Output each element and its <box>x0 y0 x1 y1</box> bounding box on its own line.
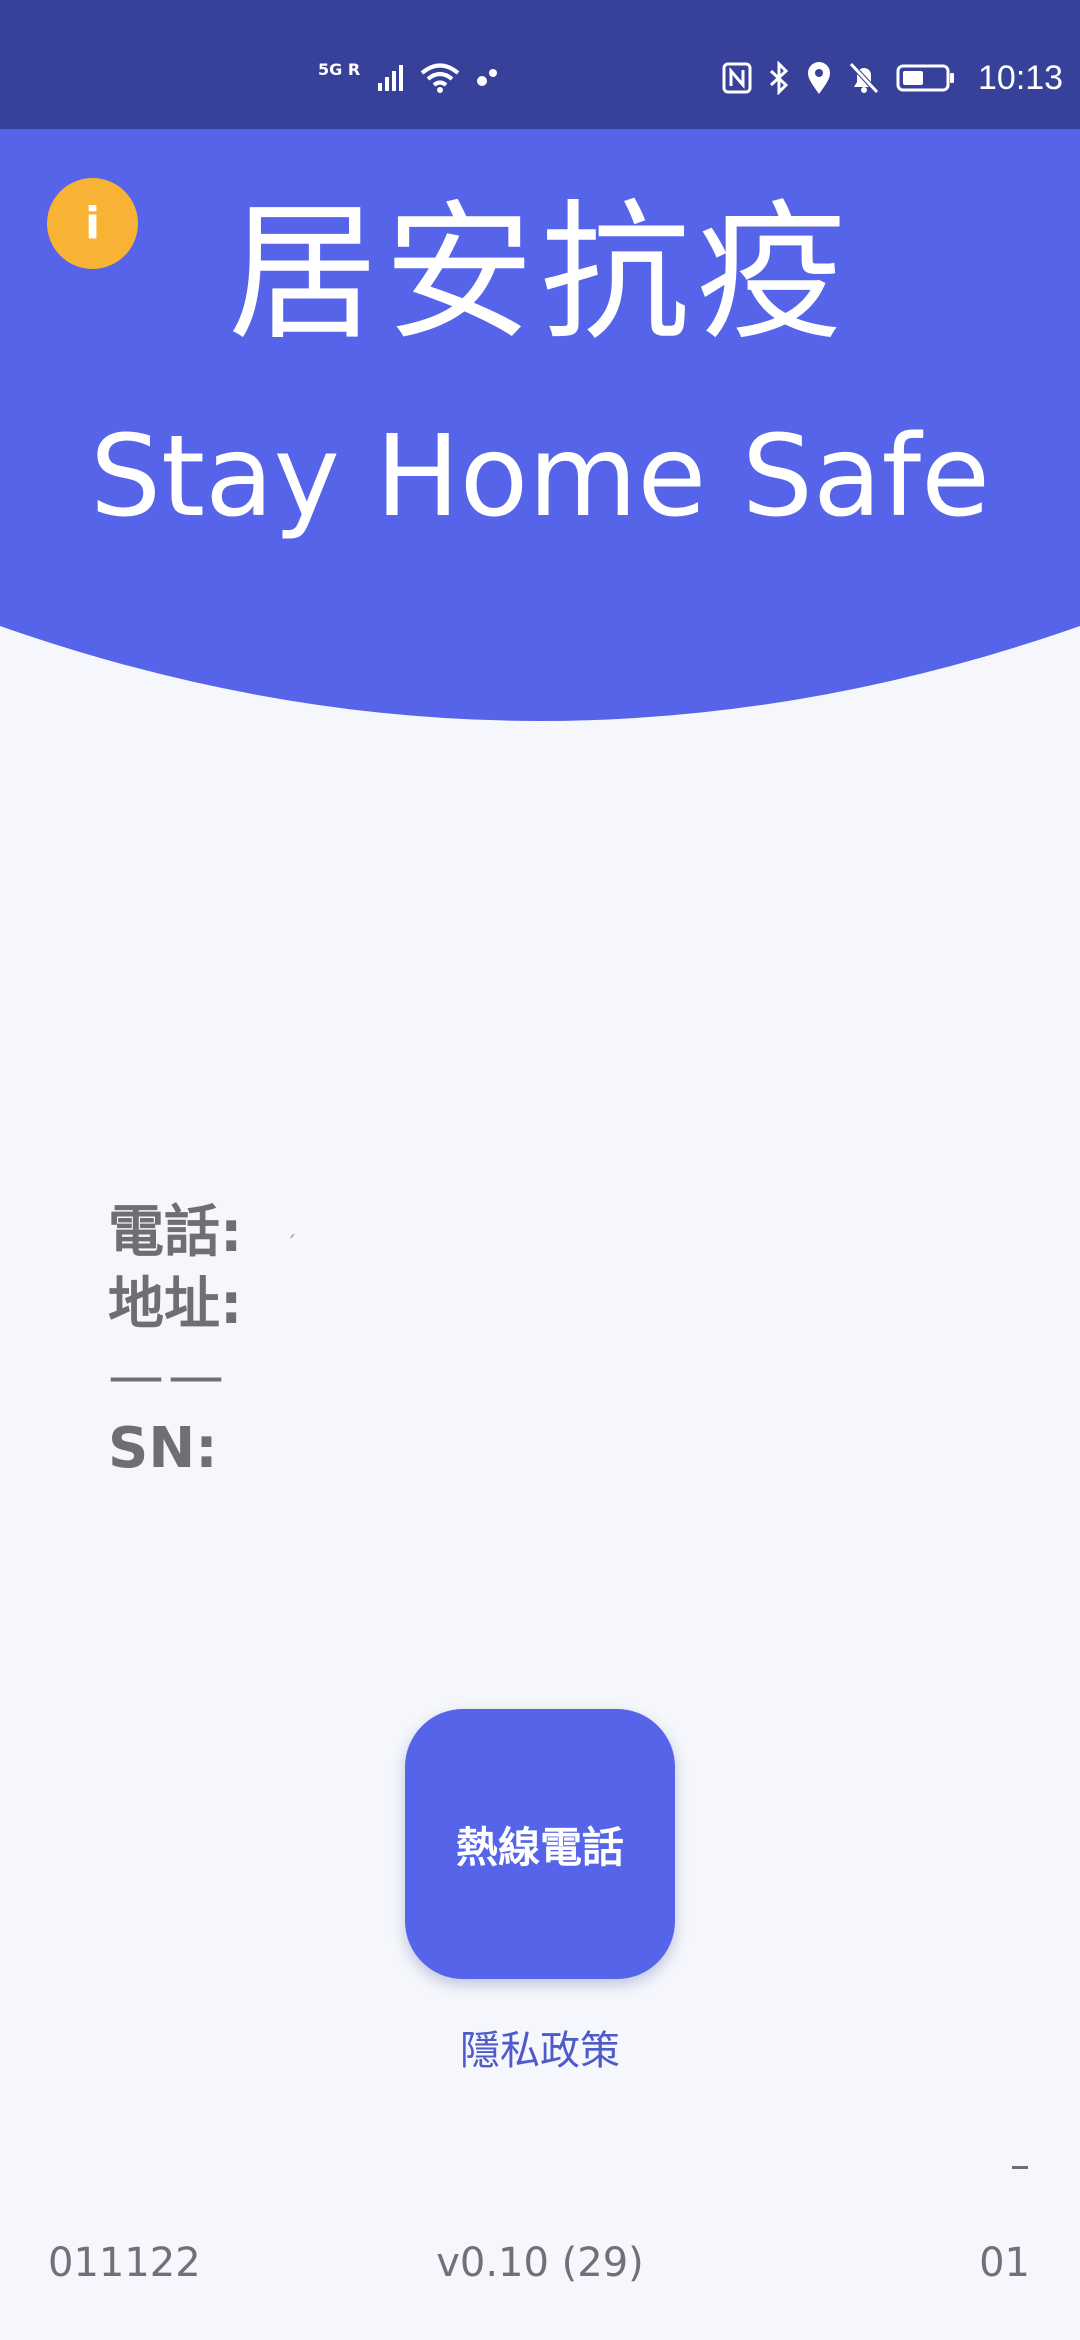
dots-icon <box>474 65 500 91</box>
bluetooth-icon <box>768 61 790 95</box>
app-title-chinese: 居安抗疫 <box>227 187 852 361</box>
status-center-icons: 5G R <box>318 56 500 100</box>
nfc-icon <box>722 62 752 94</box>
status-bar: 5G R 10:13 <box>0 0 1080 129</box>
wifi-icon <box>420 62 460 94</box>
phone-label: 電話: <box>108 1200 243 1265</box>
status-right-icons: 10:13 <box>722 56 1063 100</box>
details-separator: —— <box>108 1344 228 1409</box>
app-title-english: Stay Home Safe <box>90 412 990 542</box>
sn-row: SN: <box>108 1413 296 1485</box>
battery-icon <box>896 63 956 93</box>
location-icon <box>806 61 832 95</box>
address-label: 地址: <box>108 1272 243 1337</box>
app-version: v0.10 (29) <box>436 2240 644 2286</box>
sn-label: SN: <box>108 1416 218 1481</box>
phone-row: 電話: ˏ <box>108 1197 296 1269</box>
privacy-policy-link[interactable]: 隱私政策 <box>0 2018 1080 2076</box>
footer-dash <box>1012 2166 1028 2169</box>
bell-off-icon <box>848 61 880 95</box>
address-row: 地址: <box>108 1269 296 1341</box>
app-header: i 居安抗疫 Stay Home Safe <box>0 129 1080 729</box>
footer-right-code: 01 <box>979 2240 1030 2286</box>
hotline-button[interactable]: 熱線電話 <box>405 1709 675 1979</box>
status-time: 10:13 <box>978 58 1064 97</box>
phone-tick-mark: ˏ <box>286 1214 297 1238</box>
network-type-label: 5G R <box>318 60 361 79</box>
user-details: 電話: ˏ 地址: —— SN: <box>108 1197 296 1485</box>
hotline-label: 熱線電話 <box>455 1822 624 1872</box>
signal-icon <box>376 63 406 93</box>
